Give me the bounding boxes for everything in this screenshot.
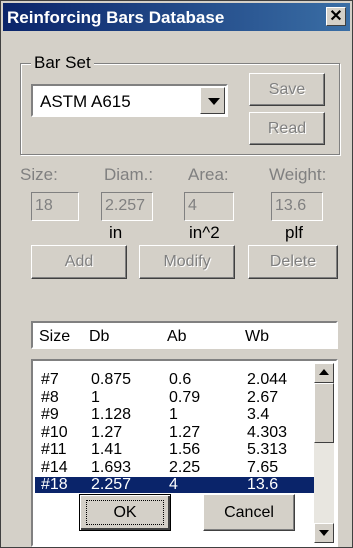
reinforcing-bars-dialog: Reinforcing Bars Database ✕ Bar Set ASTM… — [0, 0, 353, 548]
cell-ab: 1.27 — [169, 423, 201, 441]
title-bar[interactable]: Reinforcing Bars Database ✕ — [3, 3, 350, 31]
cell-size: #11 — [41, 441, 67, 458]
cell-db: 0.875 — [91, 371, 132, 388]
header-size: Size — [39, 328, 71, 345]
ok-button[interactable]: OK — [79, 494, 171, 531]
cell-ab: 0.79 — [169, 388, 201, 406]
header-db: Db — [89, 328, 110, 345]
cell-db: 1.128 — [91, 406, 132, 423]
size-field[interactable]: 18 — [31, 192, 79, 221]
diam-label: Diam.: — [104, 165, 154, 184]
cell-db: 1.41 — [91, 441, 123, 458]
diam-unit: in — [109, 223, 123, 242]
bar-set-selected: ASTM A615 — [40, 92, 131, 111]
cell-wb: 4.303 — [247, 423, 288, 441]
cell-size: #10 — [41, 423, 68, 441]
cell-size: #9 — [41, 406, 59, 423]
table-row[interactable]: #10 1.27 1.27 4.303 — [35, 423, 315, 441]
cell-size: #14 — [41, 458, 68, 476]
table-row[interactable]: #18 2.257 4 13.6 — [35, 477, 315, 493]
table-row[interactable]: #9 1.128 1 3.4 — [35, 407, 315, 423]
header-ab: Ab — [167, 328, 187, 345]
cell-ab: 2.25 — [169, 458, 201, 476]
cell-wb: 3.4 — [247, 406, 270, 423]
cell-wb: 2.67 — [247, 388, 279, 406]
cell-db: 1 — [91, 388, 100, 406]
header-wb: Wb — [245, 328, 269, 345]
window-title: Reinforcing Bars Database — [7, 8, 225, 27]
add-button[interactable]: Add — [31, 245, 127, 279]
cancel-button[interactable]: Cancel — [203, 494, 295, 531]
read-button[interactable]: Read — [249, 112, 325, 145]
area-unit: in^2 — [189, 223, 220, 242]
weight-field[interactable]: 13.6 — [271, 192, 323, 221]
chevron-down-icon[interactable] — [200, 87, 225, 114]
cell-size: #7 — [41, 371, 59, 388]
bar-set-label: Bar Set — [31, 53, 94, 73]
bar-set-dropdown[interactable]: ASTM A615 — [31, 84, 228, 117]
cell-db: 1.27 — [91, 423, 123, 441]
save-button[interactable]: Save — [249, 73, 325, 106]
table-row[interactable]: #8 1 0.79 2.67 — [35, 388, 315, 406]
cell-wb: 7.65 — [247, 458, 279, 476]
cell-db: 1.693 — [91, 458, 132, 476]
cell-ab: 4 — [169, 476, 178, 493]
table-header: Size Db Ab Wb — [31, 321, 338, 349]
cell-db: 2.257 — [91, 476, 132, 493]
modify-button[interactable]: Modify — [139, 245, 235, 279]
area-field[interactable]: 4 — [184, 192, 234, 221]
diam-field[interactable]: 2.257 — [101, 192, 153, 221]
size-label: Size: — [20, 165, 58, 184]
table-row[interactable]: #14 1.693 2.25 7.65 — [35, 458, 315, 476]
cell-ab: 1.56 — [169, 441, 201, 458]
weight-label: Weight: — [269, 165, 327, 184]
close-icon[interactable]: ✕ — [326, 7, 346, 26]
focus-rect — [86, 500, 164, 525]
cell-ab: 0.6 — [169, 371, 192, 388]
cell-wb: 2.044 — [247, 371, 288, 388]
table-row[interactable]: #11 1.41 1.56 5.313 — [35, 442, 315, 458]
cell-size: #18 — [41, 476, 68, 493]
cell-wb: 5.313 — [247, 441, 288, 458]
delete-button[interactable]: Delete — [248, 245, 338, 279]
cell-ab: 1 — [169, 406, 178, 423]
weight-unit: plf — [285, 223, 303, 242]
area-label: Area: — [188, 165, 229, 184]
scroll-up-icon[interactable] — [314, 363, 334, 383]
cell-size: #8 — [41, 388, 59, 406]
scroll-thumb[interactable] — [314, 383, 334, 443]
scroll-down-icon[interactable] — [314, 523, 334, 543]
table-row[interactable]: #7 0.875 0.6 2.044 — [35, 372, 315, 388]
cell-wb: 13.6 — [247, 476, 279, 493]
vertical-scrollbar[interactable] — [314, 363, 334, 543]
